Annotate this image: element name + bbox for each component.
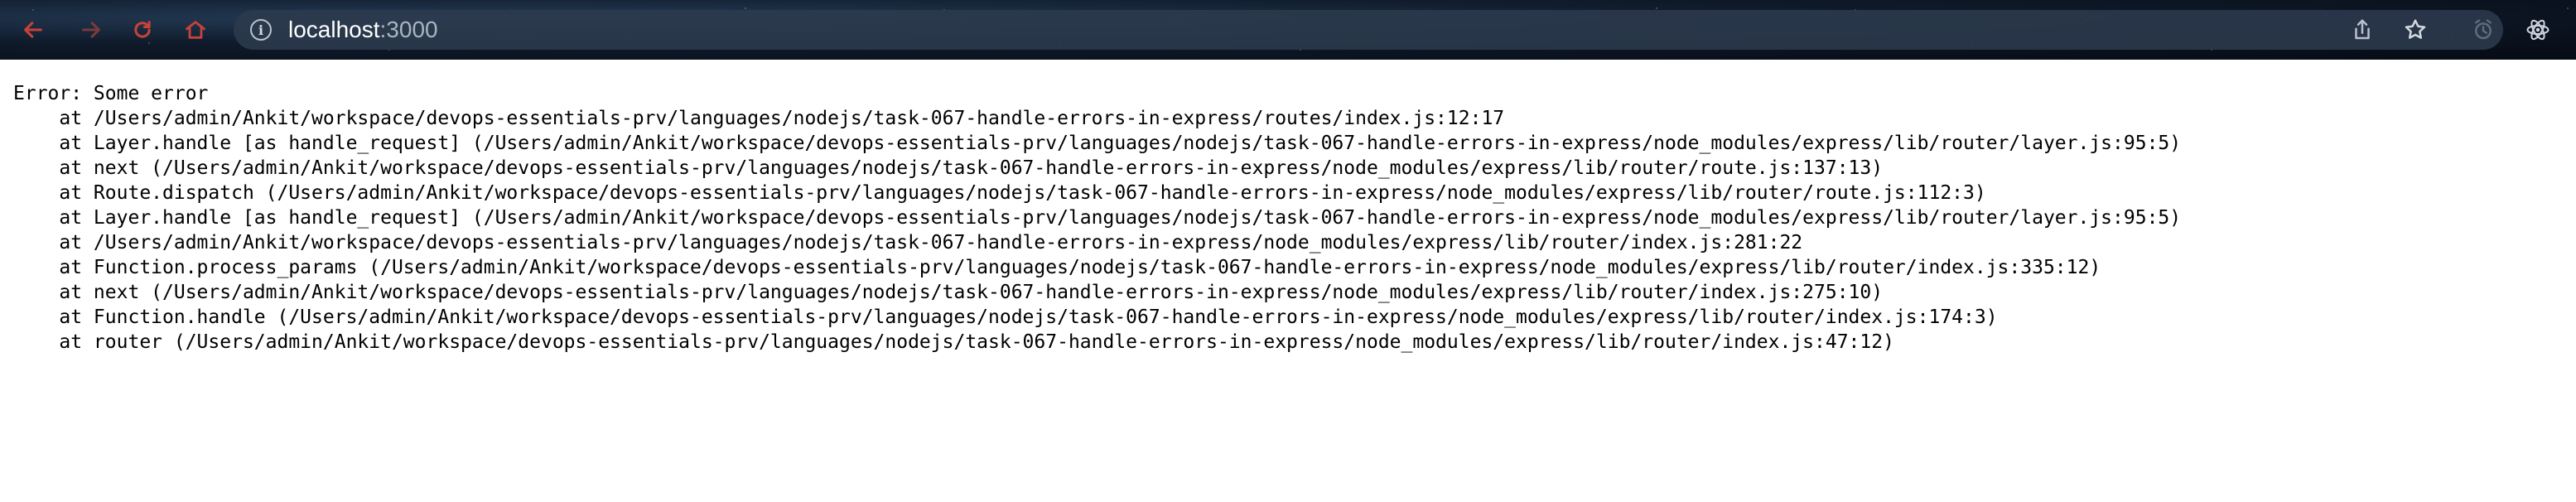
back-icon[interactable] <box>17 13 50 46</box>
url-port: :3000 <box>379 17 438 42</box>
stack-frame: at Function.handle (/Users/admin/Ankit/w… <box>13 307 1998 328</box>
error-output: Error: Some error at /Users/admin/Ankit/… <box>13 81 2181 355</box>
home-icon[interactable] <box>179 13 212 46</box>
react-devtools-icon[interactable] <box>2521 13 2554 46</box>
bookmark-star-icon[interactable] <box>2399 13 2432 46</box>
reload-icon[interactable] <box>126 13 159 46</box>
address-bar[interactable]: i localhost:3000 <box>234 10 2503 50</box>
stack-frame: at Route.dispatch (/Users/admin/Ankit/wo… <box>13 182 1986 204</box>
stack-frame: at /Users/admin/Ankit/workspace/devops-e… <box>13 108 1505 129</box>
extension-icon[interactable] <box>2467 13 2500 46</box>
share-icon[interactable] <box>2346 13 2379 46</box>
stack-frame: at Layer.handle [as handle_request] (/Us… <box>13 133 2182 154</box>
stack-frame: at next (/Users/admin/Ankit/workspace/de… <box>13 282 1884 303</box>
stack-frame: at next (/Users/admin/Ankit/workspace/de… <box>13 157 1884 179</box>
stack-frame: at router (/Users/admin/Ankit/workspace/… <box>13 331 1894 353</box>
stack-frame: at /Users/admin/Ankit/workspace/devops-e… <box>13 232 1803 253</box>
forward-icon[interactable] <box>75 13 108 46</box>
error-message: Error: Some error <box>13 83 209 104</box>
stack-frame: at Function.process_params (/Users/admin… <box>13 257 2101 278</box>
stack-frame: at Layer.handle [as handle_request] (/Us… <box>13 207 2182 229</box>
site-info-icon[interactable]: i <box>250 19 272 41</box>
url-host: localhost <box>288 17 380 42</box>
browser-toolbar: i localhost:3000 <box>0 0 2576 60</box>
